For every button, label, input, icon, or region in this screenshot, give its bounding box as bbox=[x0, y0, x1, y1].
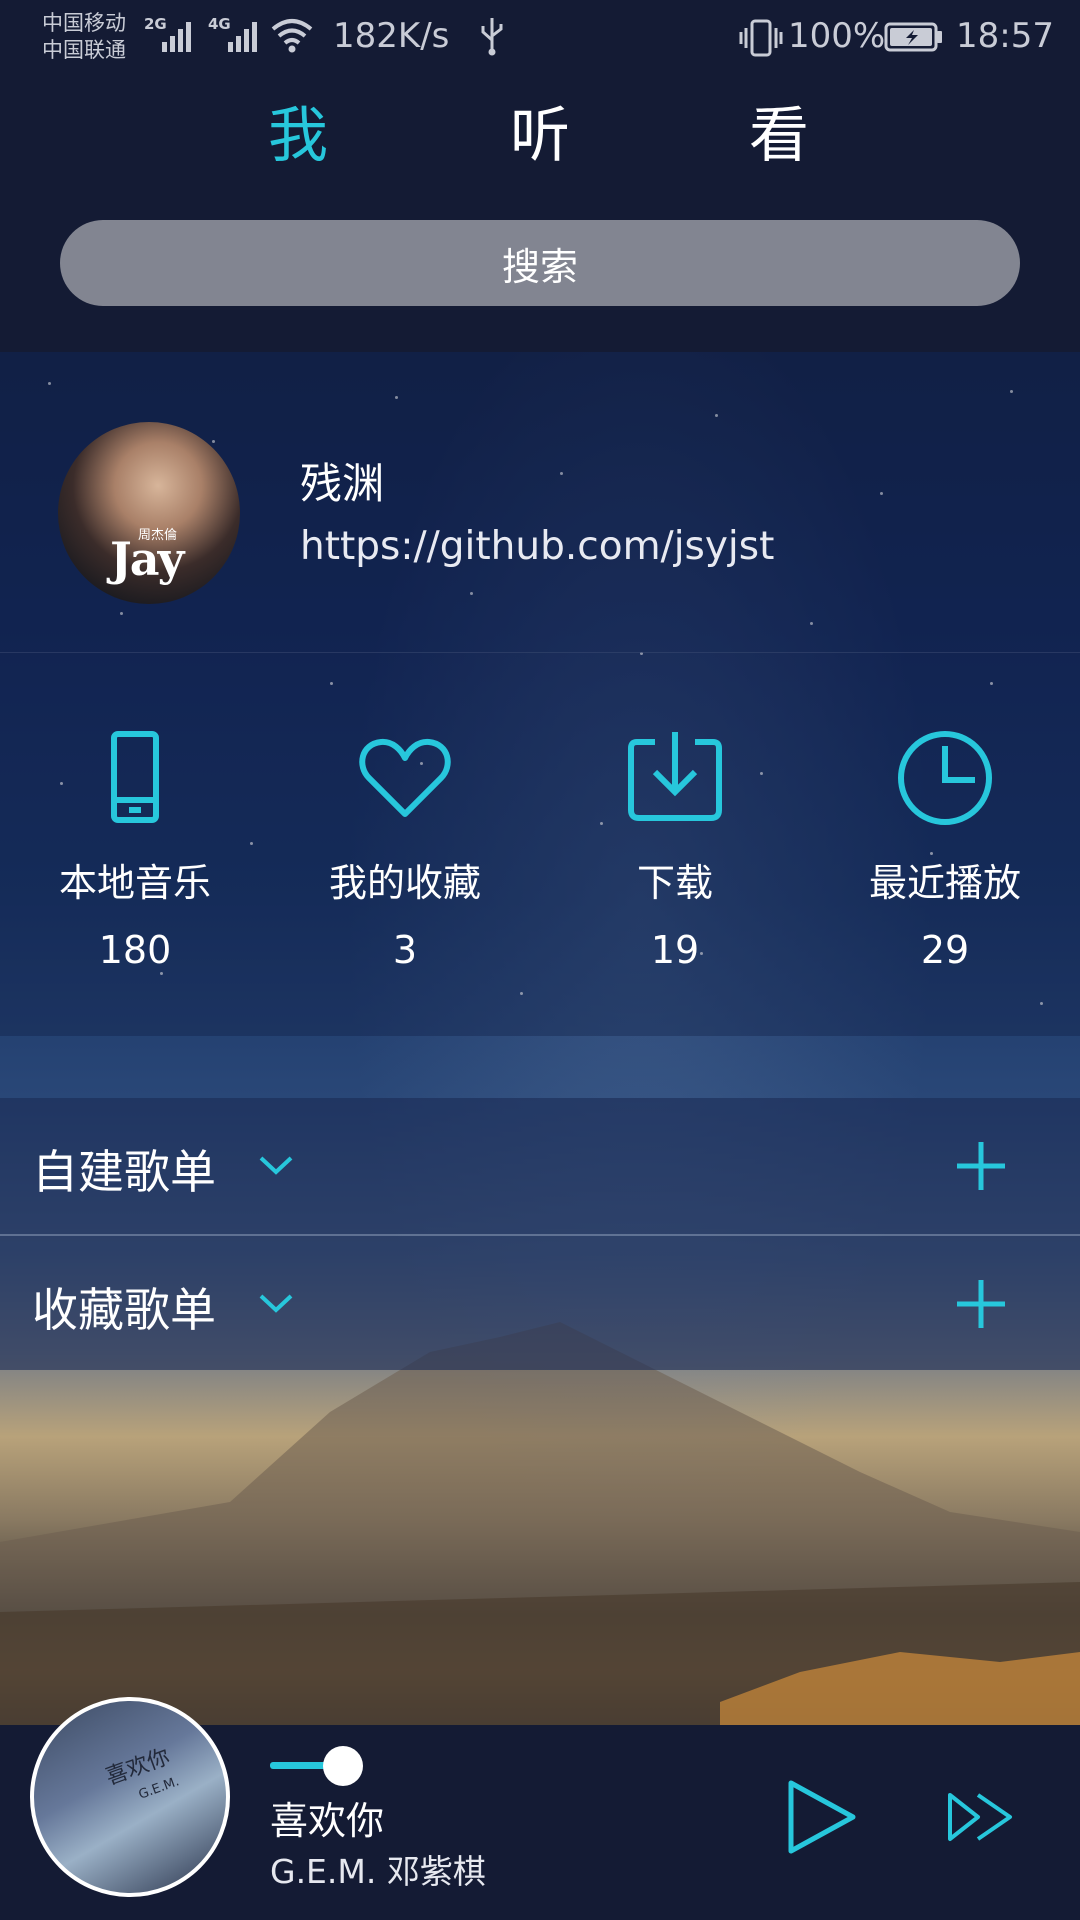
collected-playlist-row[interactable]: 收藏歌单 bbox=[0, 1234, 1080, 1370]
carrier-1: 中国移动 bbox=[42, 11, 126, 35]
collected-playlist-title: 收藏歌单 bbox=[32, 1283, 216, 1337]
stat-label: 本地音乐 bbox=[58, 861, 211, 905]
stat-count: 19 bbox=[650, 928, 700, 972]
user-name: 残渊 bbox=[300, 459, 385, 508]
add-playlist-icon[interactable] bbox=[955, 1278, 1007, 1330]
stat-favorites[interactable]: 我的收藏 3 bbox=[270, 652, 540, 1036]
wifi-icon bbox=[271, 19, 313, 53]
stats-section: 本地音乐 180 我的收藏 3 下载 19 最近播放 29 bbox=[0, 652, 1080, 1036]
tab-me[interactable]: 我 bbox=[243, 96, 353, 176]
chevron-down-icon[interactable] bbox=[255, 1286, 297, 1322]
stat-recent[interactable]: 最近播放 29 bbox=[810, 652, 1080, 1036]
stat-label: 下载 bbox=[636, 861, 713, 905]
stat-label: 我的收藏 bbox=[328, 861, 481, 905]
play-icon[interactable] bbox=[783, 1779, 859, 1855]
chevron-down-icon[interactable] bbox=[255, 1148, 297, 1184]
carrier-2: 中国联通 bbox=[42, 38, 126, 62]
clock: 18:57 bbox=[956, 16, 1054, 56]
stat-count: 29 bbox=[920, 928, 970, 972]
stat-count: 3 bbox=[392, 928, 418, 972]
stat-label: 最近播放 bbox=[868, 861, 1021, 905]
song-artist: G.E.M. 邓紫棋 bbox=[270, 1852, 486, 1891]
search-area: 搜索 bbox=[0, 206, 1080, 352]
clock-icon bbox=[898, 731, 992, 825]
tab-watch[interactable]: 看 bbox=[724, 96, 834, 176]
profile-section[interactable]: 周杰倫 Jay 残渊 https://github.com/jsyjst bbox=[0, 352, 1080, 653]
signal-icon bbox=[160, 18, 200, 52]
phone-icon bbox=[111, 731, 159, 823]
avatar[interactable]: 周杰倫 Jay bbox=[58, 422, 240, 604]
self-built-playlist-row[interactable]: 自建歌单 bbox=[0, 1098, 1080, 1234]
avatar-text: Jay bbox=[110, 532, 184, 586]
stat-local-music[interactable]: 本地音乐 180 bbox=[0, 652, 270, 1036]
search-label: 搜索 bbox=[501, 244, 578, 289]
tab-listen[interactable]: 听 bbox=[485, 96, 595, 176]
battery-icon bbox=[884, 22, 942, 52]
progress-slider[interactable] bbox=[270, 1746, 370, 1786]
user-link[interactable]: https://github.com/jsyjst bbox=[300, 524, 774, 569]
add-playlist-icon[interactable] bbox=[955, 1140, 1007, 1192]
download-icon bbox=[628, 732, 722, 821]
vibrate-icon bbox=[739, 19, 783, 57]
status-bar: 中国移动 中国联通 2G 4G 182K/s 100% 18:57 bbox=[0, 0, 1080, 76]
stat-count: 180 bbox=[98, 928, 172, 972]
mini-player: 喜欢你 G.E.M. 喜欢你 G.E.M. 邓紫棋 bbox=[0, 1697, 1080, 1920]
heart-icon bbox=[359, 738, 451, 817]
progress-thumb[interactable] bbox=[323, 1746, 363, 1786]
fast-forward-icon[interactable] bbox=[946, 1789, 1014, 1845]
network-speed: 182K/s bbox=[333, 16, 450, 56]
stat-downloads[interactable]: 下载 19 bbox=[540, 652, 810, 1036]
battery-percent: 100% bbox=[788, 16, 886, 56]
signal-icon-2 bbox=[226, 18, 266, 52]
carrier-labels: 中国移动 中国联通 bbox=[42, 10, 126, 64]
self-built-playlist-title: 自建歌单 bbox=[32, 1145, 216, 1199]
usb-icon bbox=[481, 18, 503, 56]
top-tabs: 我 听 看 bbox=[0, 76, 1080, 206]
song-title: 喜欢你 bbox=[270, 1799, 385, 1843]
search-bar[interactable]: 搜索 bbox=[60, 220, 1020, 306]
album-cover[interactable]: 喜欢你 G.E.M. bbox=[30, 1697, 230, 1897]
